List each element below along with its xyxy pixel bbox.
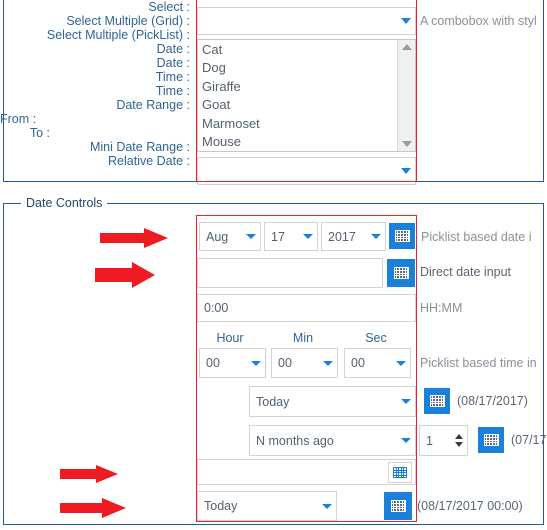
form-screenshot: Select : A combobox with styl Select Mul… <box>0 0 547 530</box>
date-range-to-select[interactable]: N months ago <box>249 425 416 456</box>
time-sec-value: 00 <box>351 356 365 370</box>
date-day-select[interactable]: 17 <box>264 222 318 251</box>
calendar-icon-button-date-picklist[interactable] <box>389 223 415 249</box>
time-hour-select[interactable]: 00 <box>199 348 266 378</box>
date-range-to-count-stepper[interactable]: 1 <box>419 425 468 456</box>
calendar-icon-button-relative-date[interactable] <box>384 492 412 520</box>
annotation-arrow <box>95 262 155 288</box>
date-direct-hint: Direct date input <box>420 265 512 279</box>
date-picklist-hint: Picklist based date i <box>421 230 532 244</box>
chevron-down-icon[interactable] <box>242 223 260 250</box>
time-text-hint: HH:MM <box>420 301 463 315</box>
chevron-down-icon[interactable] <box>367 223 385 250</box>
relative-date-resolved: (08/17/2017 00:00) <box>417 499 523 513</box>
date-month-value: Aug <box>206 229 229 244</box>
list-item[interactable]: Dog <box>202 59 397 77</box>
time-min-value: 00 <box>278 356 292 370</box>
date-controls-legend: Date Controls <box>21 196 108 210</box>
time-min-select[interactable]: 00 <box>271 348 338 378</box>
date-range-to-value: N months ago <box>256 433 334 448</box>
date-direct-input[interactable] <box>197 258 383 288</box>
time-text-value: 0:00 <box>204 301 229 315</box>
chevron-down-icon[interactable] <box>397 387 415 416</box>
date-range-to-count-value: 1 <box>426 433 433 448</box>
mini-date-range-input[interactable] <box>197 459 416 485</box>
relative-date-value: Today <box>204 499 238 513</box>
calendar-icon-button-to[interactable] <box>478 427 504 453</box>
chevron-down-icon[interactable] <box>397 8 415 34</box>
chevron-down-icon[interactable] <box>397 426 415 455</box>
select-hint: A combobox with styl <box>420 14 537 28</box>
time-text-input[interactable]: 0:00 <box>197 294 416 322</box>
chevron-down-icon[interactable] <box>319 349 337 377</box>
calendar-icon <box>393 267 409 279</box>
date-range-from-select[interactable]: Today <box>249 386 416 417</box>
date-range-from-resolved: (08/17/2017) <box>457 394 528 408</box>
chevron-down-icon[interactable] <box>318 492 336 520</box>
annotation-arrow <box>60 465 118 487</box>
calendar-icon-button-from[interactable] <box>424 388 450 414</box>
time-sec-header: Sec <box>365 331 387 345</box>
calendar-icon-button-mini-range[interactable] <box>388 462 412 483</box>
chevron-down-icon[interactable] <box>299 223 317 250</box>
list-item[interactable]: Giraffe <box>202 78 397 96</box>
list-item[interactable]: Marmoset <box>202 115 397 133</box>
stepper-arrows[interactable] <box>451 426 467 455</box>
relative-date-select[interactable]: Today <box>197 491 337 521</box>
date-range-to-resolved: (07/17 <box>511 433 547 447</box>
chevron-down-icon[interactable] <box>247 349 265 377</box>
time-hour-value: 00 <box>206 356 220 370</box>
time-sec-select[interactable]: 00 <box>344 348 411 378</box>
date-year-value: 2017 <box>328 229 356 244</box>
select-multiple-grid-listbox[interactable]: Cat Dog Giraffe Goat Marmoset Mouse <box>197 39 416 152</box>
scroll-up-icon[interactable] <box>401 44 412 50</box>
calendar-icon <box>429 395 445 407</box>
list-item[interactable]: Goat <box>202 96 397 114</box>
chevron-down-icon[interactable] <box>392 349 410 377</box>
select-combobox[interactable] <box>197 7 416 35</box>
calendar-icon <box>483 434 499 446</box>
date-day-value: 17 <box>271 229 285 244</box>
time-hour-header: Hour <box>216 331 244 345</box>
listbox-scrollbar[interactable] <box>397 40 415 151</box>
list-item[interactable]: Mouse <box>202 133 397 151</box>
date-range-from-value: Today <box>256 394 290 409</box>
select-multiple-picklist-combobox[interactable] <box>197 157 416 185</box>
date-year-select[interactable]: 2017 <box>321 222 386 251</box>
listbox-items[interactable]: Cat Dog Giraffe Goat Marmoset Mouse <box>198 40 397 151</box>
annotation-arrow <box>100 228 168 250</box>
scroll-down-icon[interactable] <box>401 141 412 147</box>
chevron-down-icon[interactable] <box>397 158 415 184</box>
list-item[interactable]: Cat <box>202 41 397 59</box>
calendar-icon-button-date-direct[interactable] <box>387 259 415 287</box>
annotation-arrow <box>60 498 126 520</box>
time-min-header: Min <box>292 331 314 345</box>
date-month-select[interactable]: Aug <box>199 222 261 251</box>
calendar-icon <box>390 500 406 512</box>
calendar-icon <box>394 230 410 242</box>
calendar-icon <box>393 467 407 478</box>
time-picklist-hint: Picklist based time in <box>420 356 537 370</box>
